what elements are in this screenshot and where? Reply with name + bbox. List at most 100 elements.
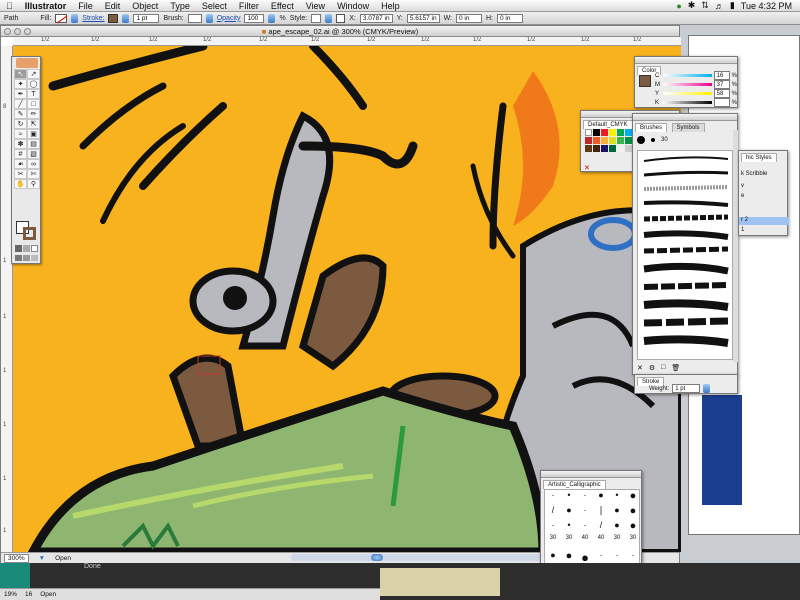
rotate-tool-icon[interactable]: ↻ <box>14 119 27 129</box>
new-brush-icon[interactable]: □ <box>661 364 665 372</box>
brushes-titlebar[interactable] <box>633 114 737 121</box>
fill-dropdown[interactable] <box>71 13 79 23</box>
menu-object[interactable]: Object <box>126 0 164 12</box>
channel-m-slider[interactable] <box>663 83 712 86</box>
color-panel-titlebar[interactable] <box>635 57 737 64</box>
calligraphic-brush[interactable]: ● <box>625 490 641 505</box>
top-ruler[interactable]: 1/2 1/2 1/2 1/2 1/2 1/2 1/2 1/2 1/2 1/2 … <box>13 37 681 46</box>
style-dropdown[interactable] <box>325 13 333 23</box>
gradient-mode-icon[interactable] <box>23 245 30 252</box>
menu-edit[interactable]: Edit <box>99 0 127 12</box>
h-field[interactable]: 0 in <box>497 13 523 23</box>
swatch[interactable] <box>601 129 608 136</box>
calligraphic-brush[interactable]: • <box>609 490 625 505</box>
channel-c-field[interactable]: 16 <box>713 71 730 80</box>
scale-tool-icon[interactable]: ⇱ <box>27 119 40 129</box>
channel-y-field[interactable]: 58 <box>713 89 730 98</box>
swatch[interactable] <box>609 145 616 152</box>
menu-file[interactable]: File <box>72 0 99 12</box>
swatch[interactable] <box>601 145 608 152</box>
secondary-zoom[interactable]: 19% <box>4 589 17 600</box>
calligraphic-brush-size[interactable]: 40 <box>593 535 609 550</box>
normal-screen-icon[interactable] <box>15 255 22 261</box>
zoom-field[interactable]: 300% <box>4 554 29 563</box>
stroke-weight-input[interactable]: 1 pt <box>672 384 701 393</box>
menu-select[interactable]: Select <box>196 0 233 12</box>
brush-swatch[interactable] <box>187 13 202 23</box>
secondary-page[interactable]: 16 <box>25 589 32 600</box>
menubar-clock[interactable]: Tue 4:32 PM <box>741 1 792 11</box>
calligraphic-brush-size[interactable]: 40 <box>577 535 593 550</box>
swatch[interactable] <box>609 129 616 136</box>
minimize-button[interactable] <box>14 28 21 35</box>
menu-help[interactable]: Help <box>375 0 406 12</box>
battery-icon[interactable]: ▮ <box>730 0 735 11</box>
color-fill-stroke-icon[interactable] <box>639 75 651 87</box>
menu-window[interactable]: Window <box>331 0 375 12</box>
fill-swatch[interactable] <box>55 13 68 23</box>
full-screen-icon[interactable] <box>31 255 38 261</box>
channel-k-field[interactable] <box>713 98 730 107</box>
gradient-tool-icon[interactable]: ▧ <box>27 149 40 159</box>
swatch[interactable] <box>617 137 624 144</box>
status-dropdown-icon[interactable]: ▼ <box>39 553 45 563</box>
brush-dot-small[interactable] <box>651 138 655 142</box>
bluetooth-icon[interactable]: ✱ <box>688 0 696 11</box>
paintbrush-tool-icon[interactable]: ✎ <box>14 109 27 119</box>
swatch[interactable] <box>609 137 616 144</box>
brush-dot-large[interactable] <box>637 136 645 144</box>
channel-c-slider[interactable] <box>663 74 712 77</box>
ai-icon[interactable]: ● <box>676 1 681 11</box>
calligraphic-brush[interactable]: ● <box>593 490 609 505</box>
swatch[interactable] <box>617 145 624 152</box>
remove-brush-stroke-icon[interactable]: ✕ <box>637 364 643 372</box>
calligraphic-brush[interactable]: · <box>577 490 593 505</box>
menu-effect[interactable]: Effect <box>265 0 300 12</box>
swatch[interactable] <box>593 137 600 144</box>
brush-dropdown[interactable] <box>205 13 213 23</box>
tab-graphic-styles[interactable]: hic Styles <box>741 153 777 162</box>
swatch[interactable] <box>593 145 600 152</box>
layer-row-index[interactable]: 1 <box>741 227 744 233</box>
style-item-v[interactable]: v <box>741 183 744 189</box>
calligraphic-brush[interactable]: ● <box>625 505 641 520</box>
calligraphic-brush-size[interactable]: 30 <box>545 535 561 550</box>
stroke-color-icon[interactable] <box>23 227 36 240</box>
tab-default-cmyk[interactable]: Default_CMYK <box>583 120 633 129</box>
y-field[interactable]: 5.6157 in <box>406 13 440 23</box>
layer-row-selected[interactable]: r 2 <box>739 217 789 225</box>
hand-tool-icon[interactable]: ✋ <box>14 179 27 189</box>
graph-tool-icon[interactable]: ▤ <box>27 139 40 149</box>
w-field[interactable]: 0 in <box>456 13 482 23</box>
calligraphic-brush[interactable]: ● <box>625 520 641 535</box>
calligraphic-brush[interactable]: · <box>545 490 561 505</box>
secondary-mode[interactable]: Open <box>40 589 56 600</box>
zoom-tool-icon[interactable]: ⚲ <box>27 179 40 189</box>
calligraphic-brush[interactable]: ● <box>609 505 625 520</box>
sync-icon[interactable]: ⇅ <box>701 0 709 11</box>
channel-k-slider[interactable] <box>663 101 712 104</box>
calligraphic-brush[interactable]: / <box>545 505 561 520</box>
swatch[interactable] <box>625 129 632 136</box>
free-transform-tool-icon[interactable]: ▣ <box>27 129 40 139</box>
style-swatch[interactable] <box>311 13 322 23</box>
none-mode-icon[interactable] <box>31 245 38 252</box>
swatch[interactable] <box>585 137 592 144</box>
close-button[interactable] <box>4 28 11 35</box>
swatch[interactable] <box>601 137 608 144</box>
calligraphic-brush-size[interactable]: 30 <box>561 535 577 550</box>
swatch[interactable] <box>625 145 632 152</box>
menu-app-name[interactable]: Illustrator <box>19 0 73 12</box>
lasso-tool-icon[interactable]: ◯ <box>27 79 40 89</box>
tab-artistic-calligraphic[interactable]: Artistic_Calligraphic <box>543 480 606 489</box>
status-label[interactable]: Open <box>55 553 71 563</box>
stroke-weight-dropdown[interactable] <box>703 384 711 393</box>
horizontal-scrollbar[interactable] <box>291 554 561 561</box>
style-item-scribble[interactable]: k Scribble <box>741 171 767 177</box>
direct-selection-tool-icon[interactable]: ↗ <box>27 69 40 79</box>
rectangle-tool-icon[interactable]: □ <box>27 99 40 109</box>
symbol-sprayer-tool-icon[interactable]: ✽ <box>14 139 27 149</box>
pen-tool-icon[interactable]: ✒ <box>14 89 27 99</box>
scroll-thumb[interactable] <box>371 554 383 561</box>
full-screen-menu-icon[interactable] <box>23 255 30 261</box>
